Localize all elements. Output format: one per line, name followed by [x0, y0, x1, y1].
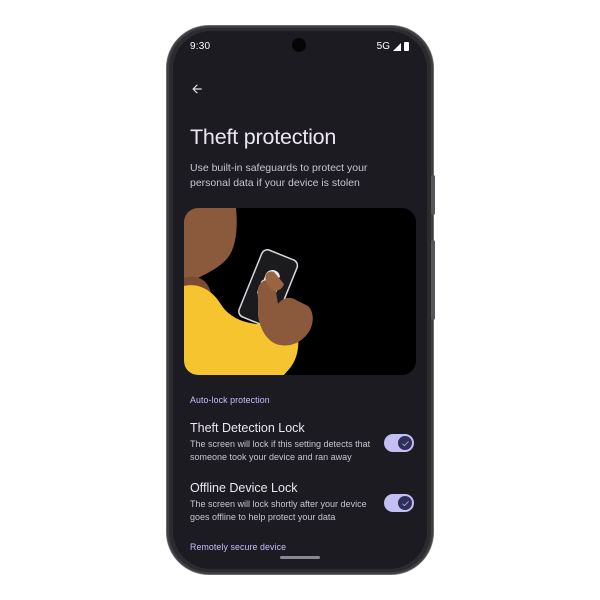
- check-icon: [401, 500, 409, 506]
- setting-title: Theft Detection Lock: [190, 421, 305, 435]
- power-button: [431, 175, 435, 215]
- setting-description: The screen will lock if this setting det…: [190, 439, 371, 462]
- page-title: Theft protection: [190, 125, 337, 149]
- offline-device-lock-toggle[interactable]: [384, 494, 414, 512]
- section-header-auto-lock: Auto-lock protection: [190, 395, 270, 405]
- back-button[interactable]: [183, 75, 211, 103]
- volume-button: [431, 240, 435, 320]
- phone-screen: 9:30 5G Theft protection Use built-in sa…: [173, 31, 427, 569]
- signal-icon: [393, 42, 401, 51]
- setting-title: Offline Device Lock: [190, 481, 298, 495]
- arrow-back-icon: [192, 84, 202, 94]
- section-header-remote: Remotely secure device: [190, 542, 287, 552]
- battery-icon: [404, 42, 409, 51]
- front-camera: [292, 38, 306, 52]
- navigation-handle[interactable]: [280, 556, 320, 559]
- illustration-art: [184, 208, 313, 375]
- toggle-knob: [398, 436, 412, 450]
- setting-description: The screen will lock shortly after your …: [190, 499, 367, 522]
- setting-theft-detection-lock[interactable]: Theft Detection Lock The screen will loc…: [190, 421, 415, 463]
- status-time: 9:30: [190, 41, 211, 52]
- setting-offline-device-lock[interactable]: Offline Device Lock The screen will lock…: [190, 481, 415, 523]
- status-icons: 5G: [377, 41, 409, 52]
- toggle-knob: [398, 496, 412, 510]
- theft-detection-toggle[interactable]: [384, 434, 414, 452]
- network-label: 5G: [376, 41, 390, 52]
- check-icon: [401, 440, 409, 446]
- status-bar: 9:30 5G: [173, 31, 427, 61]
- theft-illustration: [184, 208, 416, 375]
- page-description: Use built-in safeguards to protect your …: [190, 162, 368, 189]
